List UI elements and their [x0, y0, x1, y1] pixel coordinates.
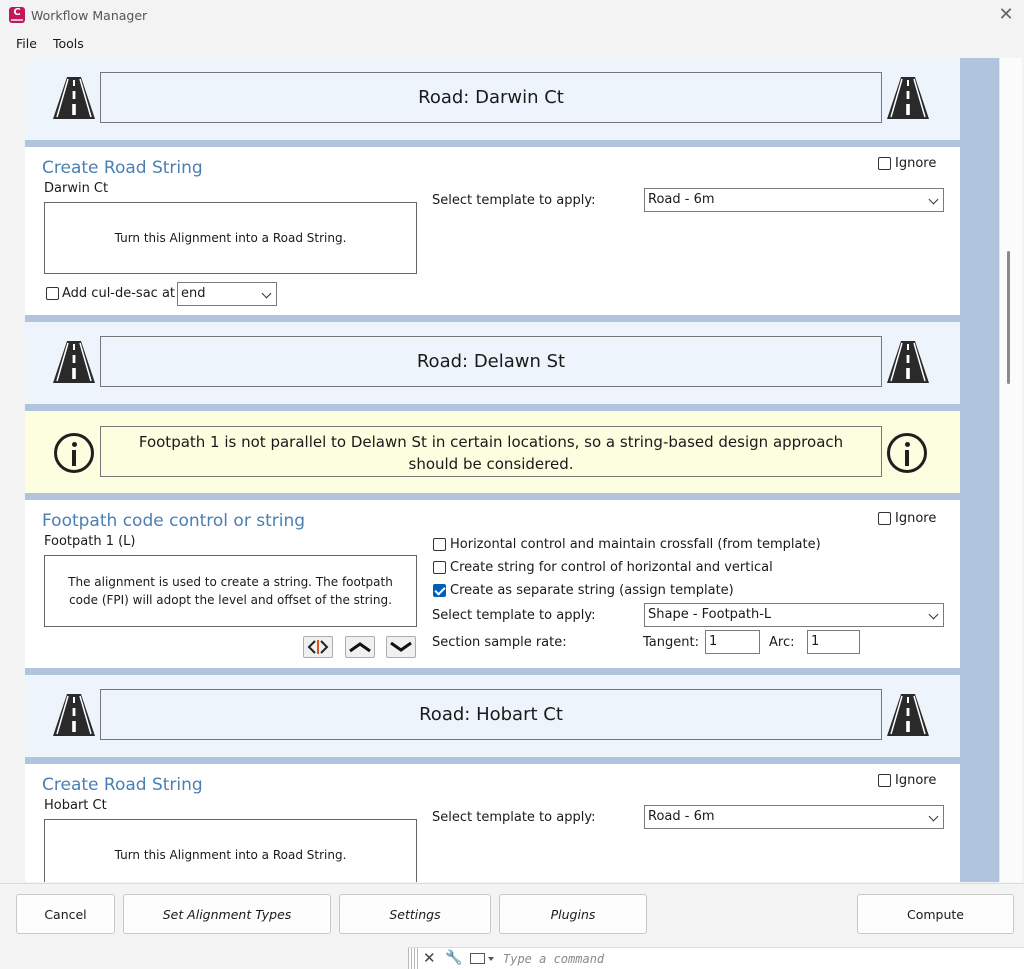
section-title: Create Road String [42, 158, 203, 178]
wrench-icon[interactable]: 🔧 [445, 950, 462, 966]
close-icon[interactable]: ✕ [423, 949, 436, 967]
template-select[interactable]: Road - 6m [644, 805, 944, 829]
road-icon [887, 77, 929, 119]
option-label: Horizontal control and maintain crossfal… [450, 537, 821, 552]
vertical-scrollbar[interactable] [999, 58, 1022, 882]
alignment-name: Footpath 1 (L) [44, 534, 136, 549]
drag-grip[interactable] [408, 948, 420, 969]
ignore-label: Ignore [895, 156, 937, 171]
caret-down-icon[interactable] [488, 957, 494, 961]
command-prompt-icon[interactable] [470, 953, 485, 964]
button-bar: Cancel Set Alignment Types Settings Plug… [0, 883, 1024, 944]
ignore-label: Ignore [895, 511, 937, 526]
menu-file[interactable]: File [16, 36, 37, 51]
split-icon [307, 640, 329, 654]
ignore-checkbox[interactable] [878, 774, 891, 787]
arc-label: Arc: [769, 635, 795, 650]
move-down-button[interactable] [386, 636, 416, 658]
create-road-string-hobart: Create Road String Ignore Hobart Ct Turn… [25, 764, 960, 882]
template-label: Select template to apply: [432, 810, 596, 825]
app-icon: C [9, 7, 25, 23]
info-icon [887, 433, 927, 473]
chevron-down-icon [928, 194, 939, 205]
road-header-hobart: Road: Hobart Ct [25, 675, 960, 757]
road-header-darwin: Road: Darwin Ct [25, 58, 960, 140]
template-label: Select template to apply: [432, 608, 596, 623]
window-title: Workflow Manager [31, 8, 148, 23]
chevron-down-icon [261, 288, 272, 299]
footpath-control-section: Footpath code control or string Ignore F… [25, 500, 960, 668]
arc-input[interactable]: 1 [807, 630, 860, 654]
ignore-checkbox[interactable] [878, 512, 891, 525]
description-box: Turn this Alignment into a Road String. [44, 202, 417, 274]
close-icon[interactable]: ✕ [996, 5, 1016, 25]
settings-button[interactable]: Settings [339, 894, 491, 934]
tangent-label: Tangent: [643, 635, 699, 650]
warning-panel: Footpath 1 is not parallel to Delawn St … [25, 411, 960, 493]
sample-rate-label: Section sample rate: [432, 635, 567, 650]
road-title: Road: Darwin Ct [100, 72, 882, 123]
chevron-down-icon [390, 641, 412, 652]
section-title: Footpath code control or string [42, 511, 306, 531]
ignore-label: Ignore [895, 773, 937, 788]
road-icon [53, 694, 95, 736]
option-label: Create as separate string (assign templa… [450, 583, 734, 598]
culdesac-label: Add cul-de-sac at [62, 286, 176, 301]
template-select[interactable]: Shape - Footpath-L [644, 603, 944, 627]
chevron-down-icon [928, 609, 939, 620]
option-horizontal-control[interactable] [433, 538, 446, 551]
menu-tools[interactable]: Tools [53, 36, 84, 51]
warning-text: Footpath 1 is not parallel to Delawn St … [100, 426, 882, 477]
cancel-button[interactable]: Cancel [16, 894, 115, 934]
road-header-delawn: Road: Delawn St [25, 322, 960, 404]
option-string-control[interactable] [433, 561, 446, 574]
road-icon [53, 341, 95, 383]
move-up-button[interactable] [345, 636, 375, 658]
info-icon [54, 433, 94, 473]
split-button[interactable] [303, 636, 333, 658]
ignore-checkbox[interactable] [878, 157, 891, 170]
alignment-name: Darwin Ct [44, 181, 109, 196]
chevron-down-icon [928, 811, 939, 822]
chevron-up-icon [349, 642, 371, 653]
template-label: Select template to apply: [432, 193, 596, 208]
workflow-scroll-area[interactable]: Road: Darwin Ct Create Road String Ignor… [1, 58, 1022, 882]
option-separate-string[interactable] [433, 584, 446, 597]
road-title: Road: Delawn St [100, 336, 882, 387]
description-box: The alignment is used to create a string… [44, 555, 417, 627]
menu-bar: File Tools [0, 31, 1024, 56]
left-margin [1, 58, 25, 882]
set-alignment-types-button[interactable]: Set Alignment Types [123, 894, 331, 934]
title-bar: C Workflow Manager ✕ [0, 0, 1024, 31]
command-line: ✕ 🔧 Type a command [408, 947, 1024, 969]
road-icon [53, 77, 95, 119]
alignment-name: Hobart Ct [44, 798, 107, 813]
compute-button[interactable]: Compute [857, 894, 1014, 934]
road-title: Road: Hobart Ct [100, 689, 882, 740]
template-select[interactable]: Road - 6m [644, 188, 944, 212]
option-label: Create string for control of horizontal … [450, 560, 773, 575]
command-input[interactable]: Type a command [503, 952, 604, 966]
tangent-input[interactable]: 1 [705, 630, 760, 654]
section-title: Create Road String [42, 775, 203, 795]
create-road-string-darwin: Create Road String Ignore Darwin Ct Turn… [25, 147, 960, 315]
culdesac-select[interactable]: end [177, 282, 277, 306]
road-icon [887, 341, 929, 383]
road-icon [887, 694, 929, 736]
plugins-button[interactable]: Plugins [499, 894, 647, 934]
culdesac-checkbox[interactable] [46, 287, 59, 300]
description-box: Turn this Alignment into a Road String. [44, 819, 417, 882]
scrollbar-thumb[interactable] [1007, 251, 1010, 384]
